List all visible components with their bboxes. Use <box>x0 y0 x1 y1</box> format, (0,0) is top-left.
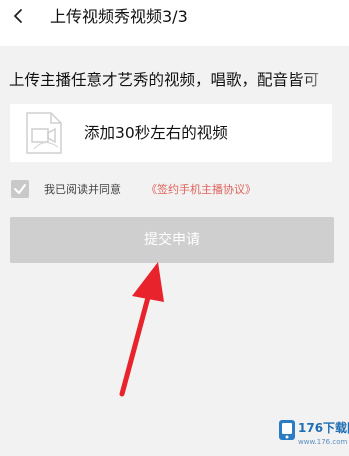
watermark-logo-icon <box>279 420 295 440</box>
add-video-button[interactable]: 添加30秒左右的视频 <box>10 104 332 162</box>
chevron-left-icon <box>14 9 22 23</box>
site-watermark: 176下载网 www.176.com <box>278 414 349 452</box>
watermark-url: www.176.com <box>298 438 348 446</box>
add-video-label: 添加30秒左右的视频 <box>84 124 228 142</box>
agreement-link[interactable]: 《签约手机主播协议》 <box>146 182 256 197</box>
video-file-icon <box>26 112 62 154</box>
back-button[interactable] <box>8 5 30 27</box>
submit-label: 提交申请 <box>144 232 200 248</box>
submit-button[interactable]: 提交申请 <box>10 217 334 263</box>
agreement-checkbox[interactable] <box>11 180 29 198</box>
header-bar: 上传视频秀视频3/3 <box>0 0 349 46</box>
page-title: 上传视频秀视频3/3 <box>50 7 188 26</box>
agreement-text: 我已阅读并同意 <box>44 183 121 196</box>
watermark-text: 176下载网 <box>298 421 349 435</box>
checkmark-icon <box>14 184 26 194</box>
intro-text: 上传主播任意才艺秀的视频，唱歌，配音皆可 <box>9 71 320 89</box>
text-fade <box>300 66 349 94</box>
red-arrow-annotation <box>119 262 164 397</box>
